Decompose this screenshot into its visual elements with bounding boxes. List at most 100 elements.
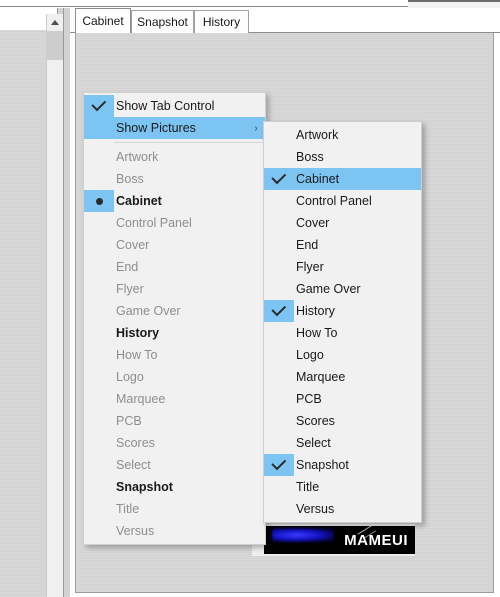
submenu-item-pcb[interactable]: PCB — [264, 388, 421, 410]
submenu-item-control-panel[interactable]: Control Panel — [264, 190, 421, 212]
radio-dot-glyph — [95, 197, 103, 205]
menu-item-flyer[interactable]: Flyer — [84, 278, 265, 300]
checkmark-glyph — [90, 96, 106, 112]
menu-item-end[interactable]: End — [84, 256, 265, 278]
menu-item-label: Control Panel — [116, 216, 192, 230]
menu-gutter — [84, 212, 114, 234]
check-icon — [264, 168, 294, 190]
tab-cabinet[interactable]: Cabinet — [75, 8, 131, 33]
submenu-item-game-over[interactable]: Game Over — [264, 278, 421, 300]
menu-item-scores[interactable]: Scores — [84, 432, 265, 454]
menu-item-cabinet[interactable]: Cabinet — [84, 190, 265, 212]
menu-item-label: How To — [296, 326, 338, 340]
menu-item-label: Snapshot — [296, 458, 349, 472]
menu-item-label: End — [116, 260, 139, 274]
menu-item-pcb[interactable]: PCB — [84, 410, 265, 432]
scrollbar-thumb[interactable] — [47, 31, 63, 60]
submenu-item-scores[interactable]: Scores — [264, 410, 421, 432]
menu-item-label: Marquee — [296, 370, 346, 384]
menu-item-boss[interactable]: Boss — [84, 168, 265, 190]
submenu-item-snapshot[interactable]: Snapshot — [264, 454, 421, 476]
context-menu[interactable]: Show Tab Control Show Pictures › Artwork Bos… — [83, 92, 266, 545]
menu-gutter — [264, 410, 294, 432]
submenu-item-cover[interactable]: Cover — [264, 212, 421, 234]
submenu-item-how-to[interactable]: How To — [264, 322, 421, 344]
tab-snapshot[interactable]: Snapshot — [131, 10, 194, 33]
menu-gutter — [84, 117, 114, 139]
submenu-item-boss[interactable]: Boss — [264, 146, 421, 168]
menu-item-marquee[interactable]: Marquee — [84, 388, 265, 410]
menu-gutter — [264, 498, 294, 520]
menu-item-label: End — [296, 238, 319, 252]
menu-item-label: Artwork — [116, 150, 159, 164]
menu-item-label: Flyer — [116, 282, 144, 296]
menu-item-label: How To — [116, 348, 158, 362]
menu-item-select[interactable]: Select — [84, 454, 265, 476]
pane-splitter[interactable] — [63, 8, 70, 597]
menu-item-how-to[interactable]: How To — [84, 344, 265, 366]
menu-item-label: History — [116, 326, 160, 340]
menu-item-artwork[interactable]: Artwork — [84, 146, 265, 168]
menu-item-show-tab-control[interactable]: Show Tab Control — [84, 95, 265, 117]
menu-item-label: Cabinet — [296, 172, 340, 186]
menu-item-label: Game Over — [296, 282, 361, 296]
submenu-item-versus[interactable]: Versus — [264, 498, 421, 520]
mameui-wordmark: MAMEUI — [344, 532, 408, 549]
vertical-scrollbar[interactable] — [46, 14, 63, 597]
menu-item-logo[interactable]: Logo — [84, 366, 265, 388]
menu-gutter — [84, 234, 114, 256]
banner-glow — [272, 528, 334, 542]
submenu-item-logo[interactable]: Logo — [264, 344, 421, 366]
show-pictures-submenu[interactable]: Artwork Boss Cabinet Control Panel Cover End F… — [263, 121, 422, 523]
menu-item-control-panel[interactable]: Control Panel — [84, 212, 265, 234]
menu-item-label: Cover — [296, 216, 330, 230]
menu-item-label: History — [296, 304, 335, 318]
menu-item-history[interactable]: History — [84, 322, 265, 344]
menu-gutter — [84, 344, 114, 366]
menu-item-versus[interactable]: Versus — [84, 520, 265, 542]
menu-separator — [114, 142, 265, 143]
menu-item-title[interactable]: Title — [84, 498, 265, 520]
submenu-item-title[interactable]: Title — [264, 476, 421, 498]
menu-item-label: Versus — [116, 524, 155, 538]
menu-item-cover[interactable]: Cover — [84, 234, 265, 256]
tab-history[interactable]: History — [194, 10, 249, 33]
menu-gutter — [84, 410, 114, 432]
submenu-item-marquee[interactable]: Marquee — [264, 366, 421, 388]
submenu-item-history[interactable]: History — [264, 300, 421, 322]
window-top-chrome — [0, 0, 500, 8]
submenu-item-artwork[interactable]: Artwork — [264, 124, 421, 146]
menu-item-label: PCB — [296, 392, 322, 406]
menu-item-game-over[interactable]: Game Over — [84, 300, 265, 322]
menu-gutter — [84, 366, 114, 388]
checkmark-glyph — [270, 169, 286, 185]
tab-label: Snapshot — [137, 15, 188, 29]
menu-gutter — [264, 388, 294, 410]
menu-item-label: Scores — [296, 414, 335, 428]
menu-gutter — [84, 432, 114, 454]
menu-item-label: Marquee — [116, 392, 166, 406]
menu-gutter — [84, 146, 114, 168]
menu-item-label: Versus — [296, 502, 335, 516]
menu-item-label: PCB — [116, 414, 142, 428]
menu-item-label: Game Over — [116, 304, 181, 318]
menu-item-show-pictures[interactable]: Show Pictures › — [84, 117, 265, 139]
menu-gutter — [84, 520, 114, 542]
menu-gutter — [84, 322, 114, 344]
submenu-item-cabinet[interactable]: Cabinet — [264, 168, 421, 190]
tab-label: Cabinet — [82, 14, 124, 28]
menu-gutter — [264, 234, 294, 256]
submenu-item-select[interactable]: Select — [264, 432, 421, 454]
mameui-banner: MAMEUI — [264, 526, 415, 554]
scroll-up-button[interactable] — [47, 14, 63, 31]
menu-item-label: Title — [296, 480, 320, 494]
menu-item-snapshot[interactable]: Snapshot — [84, 476, 265, 498]
submenu-item-end[interactable]: End — [264, 234, 421, 256]
menu-gutter — [264, 344, 294, 366]
app-root: Cabinet Snapshot History MAMEUI Show Tab… — [0, 0, 500, 597]
menu-gutter — [264, 432, 294, 454]
menu-item-label: Cover — [116, 238, 150, 252]
checkmark-glyph — [270, 301, 286, 317]
submenu-item-flyer[interactable]: Flyer — [264, 256, 421, 278]
menu-item-label: Title — [116, 502, 140, 516]
